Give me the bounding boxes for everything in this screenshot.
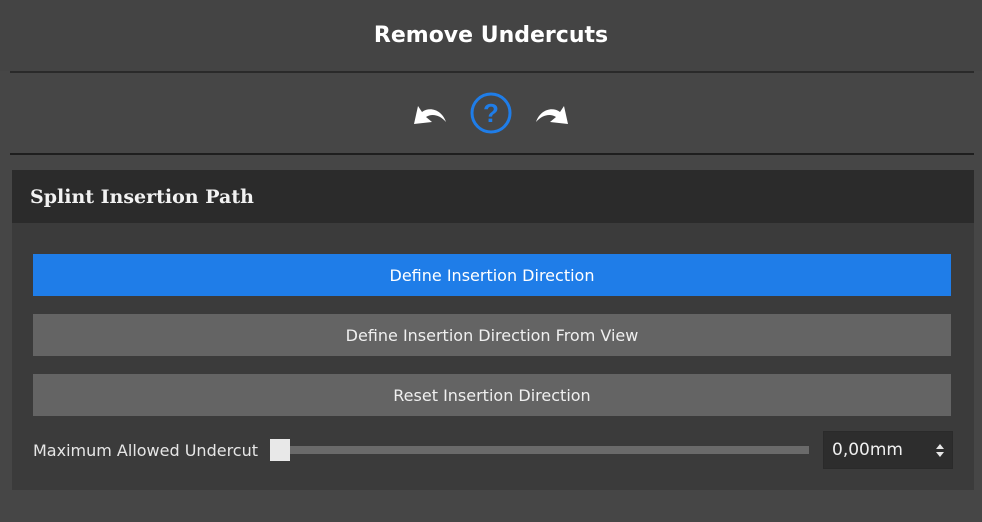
define-insertion-direction-from-view-button[interactable]: Define Insertion Direction From View (33, 314, 951, 356)
svg-text:?: ? (483, 98, 499, 128)
slider-handle[interactable] (270, 439, 291, 461)
panel-header[interactable]: Splint Insertion Path (12, 170, 974, 223)
undercut-spinbox[interactable]: 0,00mm (823, 431, 953, 469)
spin-up-icon[interactable] (936, 443, 944, 449)
undercut-slider[interactable] (270, 435, 809, 465)
undo-icon[interactable] (408, 90, 454, 136)
divider (10, 153, 974, 155)
define-insertion-direction-button[interactable]: Define Insertion Direction (33, 254, 951, 296)
toolbar: ? (0, 73, 982, 153)
undercut-label: Maximum Allowed Undercut (33, 440, 259, 460)
undercut-row: Maximum Allowed Undercut 0,00mm (33, 430, 953, 470)
spin-down-icon[interactable] (936, 451, 944, 457)
spin-arrows-icon[interactable] (936, 443, 944, 457)
dialog-title: Remove Undercuts (0, 0, 982, 71)
help-icon[interactable]: ? (468, 90, 514, 136)
redo-icon[interactable] (528, 90, 574, 136)
insertion-path-panel: Splint Insertion Path Define Insertion D… (12, 170, 974, 490)
slider-rail (270, 446, 809, 454)
title-text: Remove Undercuts (373, 23, 609, 48)
undercut-value[interactable]: 0,00mm (832, 440, 903, 460)
reset-insertion-direction-button[interactable]: Reset Insertion Direction (33, 374, 951, 416)
panel-title: Splint Insertion Path (30, 185, 254, 208)
